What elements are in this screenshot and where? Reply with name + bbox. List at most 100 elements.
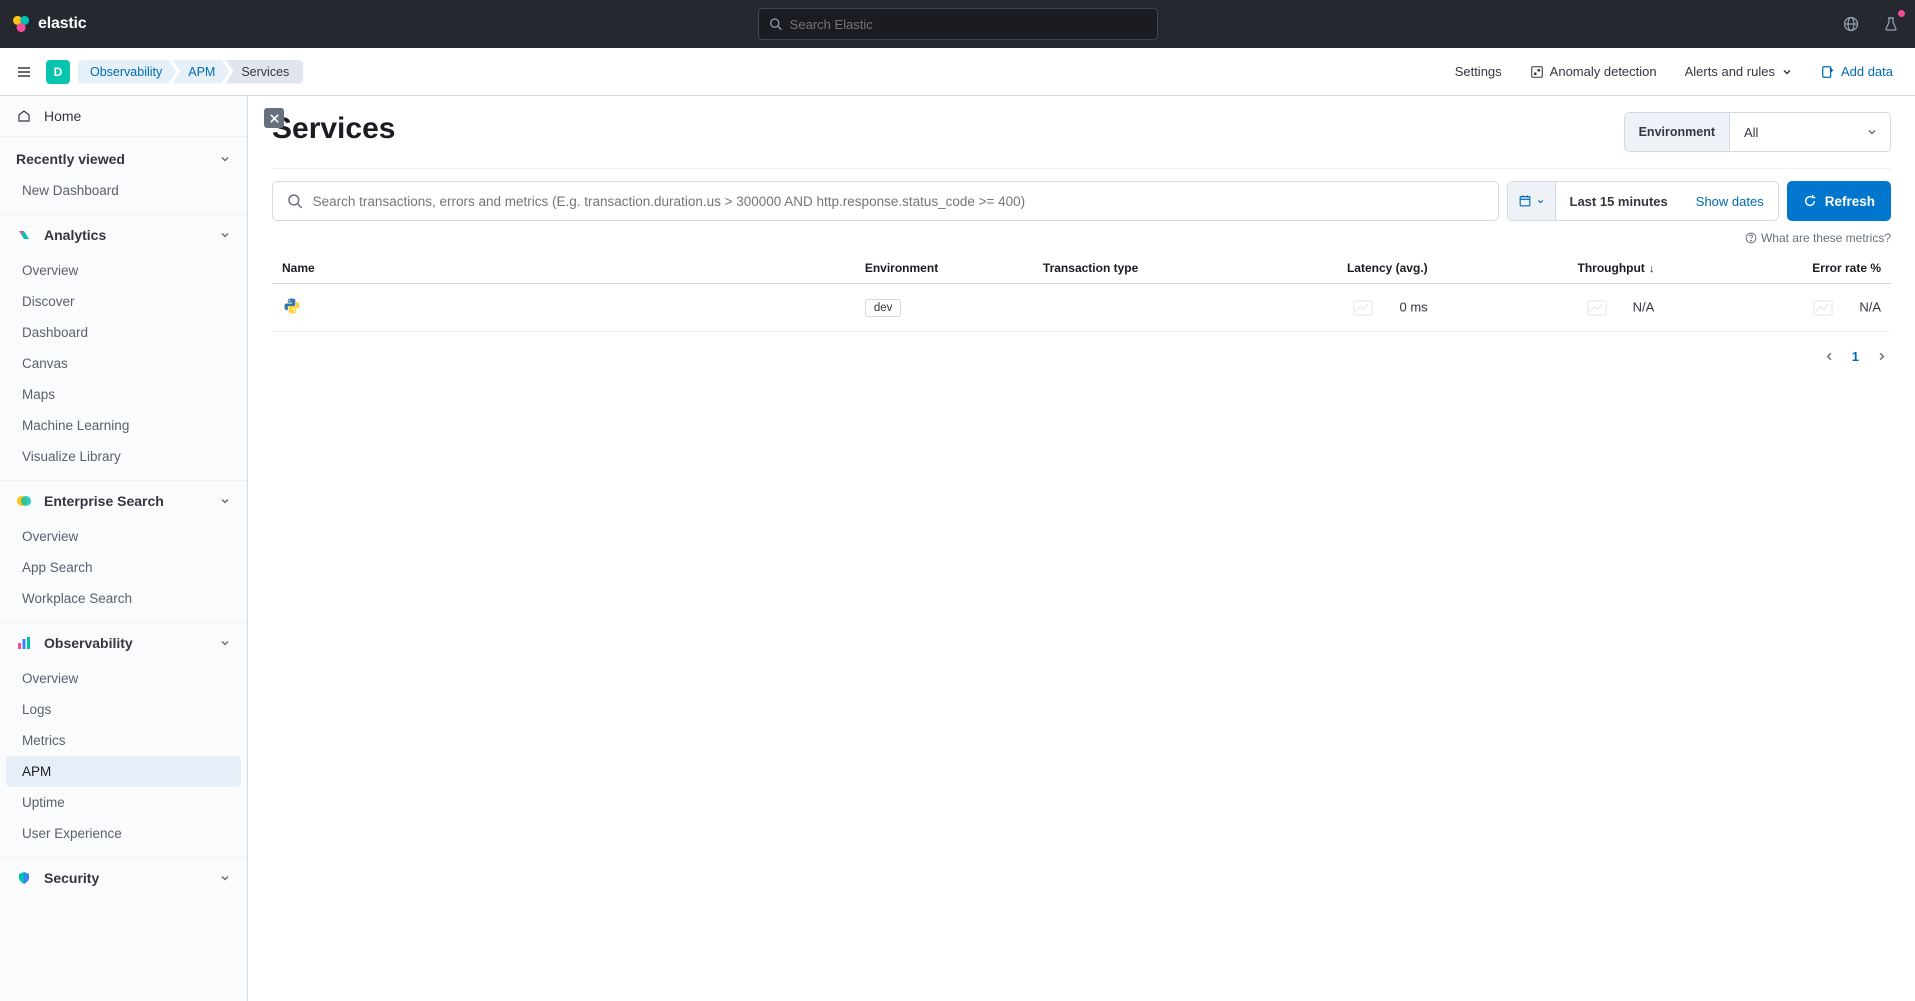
nav-item-apm[interactable]: APM: [6, 756, 241, 787]
nav-item-overview[interactable]: Overview: [6, 255, 241, 286]
nav-item-user-experience[interactable]: User Experience: [6, 818, 241, 849]
nav-group-enterprise-search[interactable]: Enterprise Search: [0, 481, 247, 521]
show-dates-link[interactable]: Show dates: [1682, 182, 1778, 220]
nav-item-visualize-library[interactable]: Visualize Library: [6, 441, 241, 472]
date-range-text[interactable]: Last 15 minutes: [1556, 182, 1682, 220]
global-search-input[interactable]: [790, 17, 1147, 32]
environment-value: All: [1744, 125, 1758, 140]
nav-item-machine-learning[interactable]: Machine Learning: [6, 410, 241, 441]
header-actions: [1839, 12, 1903, 36]
cell-throughput: N/A: [1438, 284, 1665, 332]
environment-filter-label: Environment: [1625, 113, 1730, 151]
col-error-rate[interactable]: Error rate %: [1664, 253, 1891, 284]
col-latency[interactable]: Latency (avg.): [1211, 253, 1438, 284]
query-search[interactable]: [272, 181, 1499, 221]
add-data-icon: [1821, 65, 1835, 79]
nav-item-dashboard[interactable]: Dashboard: [6, 317, 241, 348]
page-prev[interactable]: [1820, 346, 1840, 366]
nav-item-metrics[interactable]: Metrics: [6, 725, 241, 756]
space-selector[interactable]: D: [46, 60, 70, 84]
table-row[interactable]: dev0 msN/AN/A: [272, 284, 1891, 332]
recently-viewed-header[interactable]: Recently viewed: [0, 137, 247, 175]
nav-group-items: OverviewApp SearchWorkplace Search: [0, 521, 247, 623]
close-button[interactable]: [264, 108, 284, 128]
col-name[interactable]: Name: [272, 253, 855, 284]
metrics-help-link[interactable]: What are these metrics?: [1745, 231, 1891, 245]
beaker-button[interactable]: [1879, 12, 1903, 36]
chevron-down-icon: [1866, 126, 1878, 138]
global-search-box[interactable]: [758, 8, 1158, 40]
chevron-down-icon: [219, 495, 231, 507]
query-input[interactable]: [313, 194, 1484, 209]
nav-item-overview[interactable]: Overview: [6, 521, 241, 552]
newsfeed-button[interactable]: [1839, 12, 1863, 36]
nav-item-canvas[interactable]: Canvas: [6, 348, 241, 379]
home-label: Home: [44, 108, 81, 124]
refresh-button[interactable]: Refresh: [1787, 181, 1891, 221]
nav-item-overview[interactable]: Overview: [6, 663, 241, 694]
nav-item-logs[interactable]: Logs: [6, 694, 241, 725]
add-data-link[interactable]: Add data: [1811, 56, 1903, 87]
nav-group-observability[interactable]: Observability: [0, 623, 247, 663]
page-next[interactable]: [1871, 346, 1891, 366]
chevron-down-icon: [219, 229, 231, 241]
sparkline-placeholder-icon: [1813, 300, 1833, 316]
col-throughput[interactable]: Throughput ↓: [1438, 253, 1665, 284]
nav-group-analytics[interactable]: Analytics: [0, 215, 247, 255]
sparkline-placeholder-icon: [1587, 300, 1607, 316]
col-throughput-label: Throughput: [1578, 261, 1645, 275]
refresh-icon: [1803, 194, 1817, 208]
nav-group-label: Enterprise Search: [44, 493, 207, 509]
nav-toggle[interactable]: [12, 60, 36, 84]
add-data-label: Add data: [1841, 64, 1893, 79]
search-icon: [769, 17, 782, 31]
breadcrumb-apm[interactable]: APM: [172, 60, 229, 84]
breadcrumb-services[interactable]: Services: [225, 60, 303, 84]
environment-badge: dev: [865, 299, 902, 317]
col-transaction-type[interactable]: Transaction type: [1033, 253, 1211, 284]
chevron-left-icon: [1824, 351, 1835, 362]
nav-item-uptime[interactable]: Uptime: [6, 787, 241, 818]
environment-select[interactable]: All: [1730, 113, 1890, 151]
sparkline-placeholder-icon: [1353, 300, 1373, 316]
anomaly-detection-link[interactable]: Anomaly detection: [1520, 56, 1667, 87]
observability-icon: [16, 635, 32, 651]
filter-bar: Last 15 minutes Show dates Refresh: [272, 181, 1891, 221]
recent-item[interactable]: New Dashboard: [6, 175, 241, 206]
beaker-icon: [1883, 16, 1899, 32]
metrics-help-text: What are these metrics?: [1761, 231, 1891, 245]
recently-viewed-items: New Dashboard: [0, 175, 247, 215]
secondary-nav: D Observability APM Services Settings An…: [0, 48, 1915, 96]
brand-name: elastic: [38, 15, 86, 33]
cell-latency: 0 ms: [1211, 284, 1438, 332]
home-link[interactable]: Home: [0, 96, 247, 137]
col-environment[interactable]: Environment: [855, 253, 1033, 284]
nav-group-security[interactable]: Security: [0, 858, 247, 898]
question-icon: [1745, 232, 1757, 244]
main-content: Services Environment All Last 15 minu: [248, 96, 1915, 1001]
menu-icon: [16, 64, 32, 80]
nav-item-discover[interactable]: Discover: [6, 286, 241, 317]
brand-logo[interactable]: elastic: [12, 15, 86, 33]
page-current[interactable]: 1: [1846, 349, 1865, 364]
alerts-rules-link[interactable]: Alerts and rules: [1675, 56, 1803, 87]
sort-descending-icon: ↓: [1649, 263, 1655, 275]
elastic-logo-icon: [12, 15, 32, 33]
cell-transaction-type: [1033, 284, 1211, 332]
settings-link[interactable]: Settings: [1445, 56, 1512, 87]
date-quick-select[interactable]: [1508, 182, 1556, 220]
breadcrumb-observability[interactable]: Observability: [78, 60, 176, 84]
refresh-label: Refresh: [1825, 194, 1875, 209]
metrics-help-row: What are these metrics?: [272, 231, 1891, 247]
notification-dot: [1897, 9, 1906, 18]
nav-group-label: Security: [44, 870, 207, 886]
side-nav: Home Recently viewed New Dashboard Analy…: [0, 96, 248, 1001]
anomaly-icon: [1530, 65, 1544, 79]
chevron-down-icon: [1536, 197, 1545, 206]
nav-item-workplace-search[interactable]: Workplace Search: [6, 583, 241, 614]
global-search: [758, 8, 1158, 40]
nav-item-maps[interactable]: Maps: [6, 379, 241, 410]
table-header-row: Name Environment Transaction type Latenc…: [272, 253, 1891, 284]
nav-item-app-search[interactable]: App Search: [6, 552, 241, 583]
enterprise-search-icon: [16, 493, 32, 509]
